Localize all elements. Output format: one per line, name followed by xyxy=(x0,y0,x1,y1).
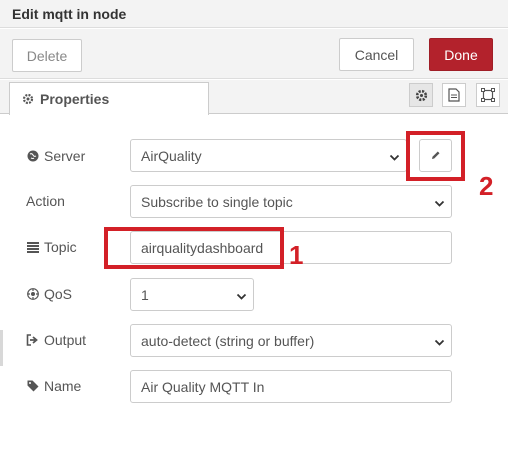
server-select[interactable]: AirQuality xyxy=(130,139,407,172)
chevron-down-icon xyxy=(389,150,400,166)
tab-description[interactable] xyxy=(442,83,466,107)
name-label: Name xyxy=(26,376,81,396)
chevron-down-icon xyxy=(434,335,445,351)
chevron-down-icon xyxy=(434,196,445,212)
gear-icon xyxy=(22,93,34,105)
tab-settings[interactable] xyxy=(409,83,433,107)
tag-icon xyxy=(26,380,39,392)
dialog-toolbar: Delete Cancel Done xyxy=(0,29,508,79)
qos-label: QoS xyxy=(26,284,72,304)
delete-button[interactable]: Delete xyxy=(12,39,82,72)
action-label: Action xyxy=(26,193,65,209)
list-icon xyxy=(26,241,39,253)
gear-icon xyxy=(415,89,428,102)
annotation-number-2: 2 xyxy=(479,171,494,201)
qos-select[interactable]: 1 xyxy=(130,278,254,311)
dialog-header: Edit mqtt in node xyxy=(0,0,508,28)
globe-icon xyxy=(26,150,39,162)
done-button[interactable]: Done xyxy=(429,38,493,71)
highlight-edit-button xyxy=(406,131,465,181)
sign-out-icon xyxy=(26,334,39,346)
highlight-topic-input xyxy=(104,227,284,269)
output-label: Output xyxy=(26,330,86,350)
annotation-number-1: 1 xyxy=(289,240,304,270)
name-input[interactable]: Air Quality MQTT In xyxy=(130,370,452,403)
tab-bar: Properties xyxy=(0,80,508,115)
tab-properties-label: Properties xyxy=(40,91,110,107)
resize-handle[interactable] xyxy=(0,330,3,366)
document-icon xyxy=(448,88,460,102)
frame-icon xyxy=(481,88,495,102)
dialog-title: Edit mqtt in node xyxy=(12,6,127,22)
chevron-down-icon xyxy=(236,289,247,305)
action-select[interactable]: Subscribe to single topic xyxy=(130,185,452,218)
qos-icon xyxy=(26,288,39,300)
topic-label: Topic xyxy=(26,237,77,257)
tab-properties[interactable]: Properties xyxy=(9,82,209,115)
tab-appearance[interactable] xyxy=(476,83,500,107)
output-select[interactable]: auto-detect (string or buffer) xyxy=(130,324,452,357)
cancel-button[interactable]: Cancel xyxy=(339,38,414,71)
server-label: Server xyxy=(26,146,85,166)
